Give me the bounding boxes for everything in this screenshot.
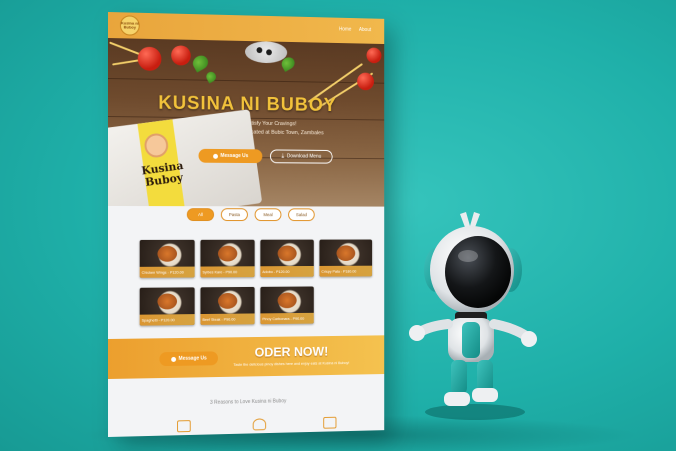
message-icon [212, 153, 218, 159]
download-menu-button[interactable]: ⤓ Download Menu [269, 149, 333, 164]
robot-right-foot [472, 388, 498, 402]
robot-left-hand [409, 325, 425, 341]
website-mockup: Kusina ni Buboy Home About KUSINA NI BUB… [108, 12, 385, 437]
nav-links: Home About [339, 26, 371, 33]
menu-card-caption: Spaghetti - P120.00 [139, 314, 195, 326]
menu-card[interactable]: Beef Steak - P90.00 [200, 286, 255, 325]
robot-chest-panel [462, 322, 480, 358]
brand-logo[interactable]: Kusina ni Buboy [119, 15, 140, 36]
hero-subtitle-line: Located at Bubic Town, Zambales [245, 129, 324, 137]
menu-card[interactable]: Chicken Wings - P120.00 [139, 239, 195, 278]
food-image [277, 245, 297, 262]
menu-card[interactable]: Crispy Pata - P180.00 [319, 239, 373, 277]
order-now-subtitle: Taste the delicious pinoy dishes here an… [233, 361, 350, 367]
tomato-image [357, 72, 374, 91]
filter-all[interactable]: All [186, 208, 215, 222]
olive [266, 49, 272, 56]
robot-shadow [425, 404, 525, 420]
robot-visor [445, 236, 511, 308]
hero-section: KUSINA NI BUBOY Satisfy Your Cravings! L… [108, 38, 385, 207]
visor-highlight [458, 250, 478, 262]
feature-badge-icon [323, 416, 337, 429]
box-brand-text: Kusina Buboy [140, 159, 185, 190]
food-image [157, 245, 178, 262]
download-menu-label: Download Menu [286, 153, 322, 160]
basil-leaf [204, 70, 218, 84]
food-image [277, 292, 297, 309]
menu-card[interactable]: Spaghetti - P120.00 [139, 287, 195, 326]
robot-right-arm [489, 319, 531, 341]
filter-meal[interactable]: Meal [254, 208, 282, 222]
food-image [157, 293, 178, 310]
hero-subtitle: Satisfy Your Cravings! Located at Bubic … [245, 120, 324, 139]
menu-filter-tabs: All Pasta Meal Salad [186, 208, 315, 222]
reasons-heading: 3 Reasons to Love Kusina ni Buboy [210, 398, 287, 406]
feature-heart-icon [252, 418, 267, 431]
tomato-image [137, 46, 162, 71]
menu-card[interactable]: Pinoy Carbonara - P90.00 [260, 286, 314, 325]
menu-card-caption: Chicken Wings - P120.00 [139, 266, 195, 278]
menu-card-caption: Sylbes Kare - P90.00 [200, 266, 255, 278]
menu-card[interactable]: Sylbes Kare - P90.00 [200, 239, 255, 278]
order-now-section: Message Us ODER NOW! Taste the delicious… [108, 335, 385, 379]
nav-home[interactable]: Home [339, 26, 352, 32]
robot-left-foot [444, 392, 470, 406]
download-icon: ⤓ [281, 153, 285, 160]
order-message-us-button[interactable]: Message Us [159, 351, 218, 367]
olive [256, 47, 263, 54]
tomato-image [366, 47, 382, 64]
filter-pasta[interactable]: Pasta [220, 208, 248, 222]
food-image [217, 292, 238, 309]
nav-about[interactable]: About [359, 27, 371, 33]
menu-card-caption: Adobo - P120.00 [260, 265, 314, 278]
tomato-image [171, 45, 191, 66]
menu-card-caption: Pinoy Carbonara - P90.00 [260, 312, 314, 325]
basil-leaf [190, 52, 211, 73]
feature-menu-icon [177, 420, 191, 433]
menu-card-caption: Beef Steak - P90.00 [200, 313, 255, 325]
menu-card-caption: Crispy Pata - P180.00 [319, 265, 373, 277]
filter-salad[interactable]: Salad [288, 208, 315, 222]
message-icon [170, 356, 176, 362]
order-now-title: ODER NOW! [254, 343, 329, 360]
message-us-label: Message Us [220, 152, 249, 160]
robot-left-leg [451, 360, 467, 394]
brand-logo-text: Kusina ni Buboy [120, 20, 139, 30]
order-message-us-label: Message Us [178, 355, 207, 362]
food-image [217, 245, 238, 262]
menu-card[interactable]: Adobo - P120.00 [260, 239, 314, 278]
message-us-button[interactable]: Message Us [198, 148, 263, 164]
robot-right-hand [521, 331, 537, 347]
food-image [336, 245, 356, 261]
